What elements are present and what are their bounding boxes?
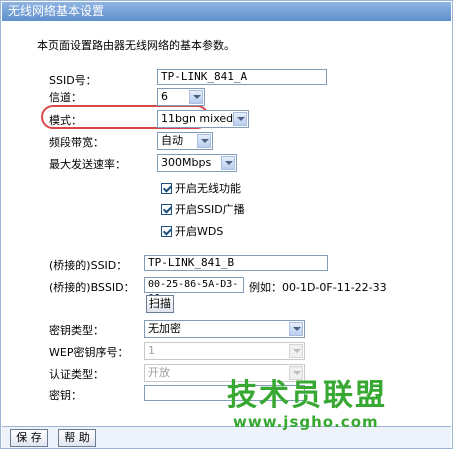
save-button[interactable]: 保 存 bbox=[10, 429, 48, 447]
scan-button[interactable]: 扫描 bbox=[146, 295, 174, 313]
checkbox-checked-icon bbox=[161, 203, 172, 215]
chevron-down-icon bbox=[197, 134, 211, 148]
max-rate-label: 最大发送速率： bbox=[49, 158, 126, 171]
intro-text: 本页面设置路由器无线网络的基本参数。 bbox=[37, 39, 235, 52]
ssid-label: SSID号： bbox=[49, 74, 97, 87]
mode-label: 模式： bbox=[49, 114, 82, 127]
checkbox-checked-icon bbox=[161, 182, 172, 194]
bridged-ssid-input[interactable]: TP-LINK_841_B bbox=[144, 255, 328, 271]
help-button[interactable]: 帮 助 bbox=[58, 429, 96, 447]
chevron-down-icon bbox=[233, 112, 247, 126]
chevron-down-icon bbox=[289, 344, 303, 358]
watermark-url: www.jsgho.com bbox=[233, 413, 379, 431]
auth-type-label: 认证类型： bbox=[49, 368, 104, 381]
mode-value: 11bgn mixed bbox=[161, 112, 234, 125]
max-rate-select[interactable]: 300Mbps bbox=[157, 154, 237, 172]
ssid-input[interactable]: TP-LINK_841_A bbox=[157, 69, 327, 85]
bridged-bssid-label: (桥接的)BSSID： bbox=[49, 281, 135, 294]
enable-wds-checkbox[interactable]: 开启WDS bbox=[161, 223, 223, 239]
bridged-bssid-input[interactable]: 00-25-86-5A-D3-06 bbox=[144, 277, 244, 304]
channel-value: 6 bbox=[161, 90, 168, 103]
wep-index-value: 1 bbox=[148, 344, 155, 357]
max-rate-value: 300Mbps bbox=[161, 156, 212, 169]
enable-wireless-label: 开启无线功能 bbox=[175, 182, 241, 195]
key-type-label: 密钥类型： bbox=[49, 324, 104, 337]
form-content: 本页面设置路由器无线网络的基本参数。 SSID号： TP-LINK_841_A … bbox=[1, 21, 452, 426]
bssid-example-text: 例如：00-1D-0F-11-22-33 bbox=[249, 281, 387, 294]
channel-label: 信道： bbox=[49, 91, 82, 104]
button-bar: 保 存 帮 助 bbox=[2, 426, 451, 448]
checkbox-checked-icon bbox=[161, 225, 172, 237]
bandwidth-label: 频段带宽： bbox=[49, 136, 104, 149]
enable-ssid-broadcast-checkbox[interactable]: 开启SSID广播 bbox=[161, 201, 245, 217]
enable-wireless-checkbox[interactable]: 开启无线功能 bbox=[161, 180, 241, 196]
wep-index-label: WEP密钥序号： bbox=[49, 346, 129, 359]
key-type-value: 无加密 bbox=[148, 322, 181, 335]
enable-ssid-broadcast-label: 开启SSID广播 bbox=[175, 203, 245, 216]
key-type-select[interactable]: 无加密 bbox=[144, 320, 305, 338]
bridged-ssid-label: (桥接的)SSID： bbox=[49, 259, 128, 272]
bandwidth-select[interactable]: 自动 bbox=[157, 132, 213, 150]
settings-panel: 无线网络基本设置 本页面设置路由器无线网络的基本参数。 SSID号： TP-LI… bbox=[0, 0, 453, 449]
mode-select[interactable]: 11bgn mixed bbox=[157, 110, 249, 128]
wep-index-select[interactable]: 1 bbox=[144, 342, 305, 360]
chevron-down-icon bbox=[189, 90, 203, 104]
enable-wds-label: 开启WDS bbox=[175, 225, 224, 238]
chevron-down-icon bbox=[221, 156, 235, 170]
chevron-down-icon bbox=[289, 322, 303, 336]
watermark-logo: 技术员联盟 bbox=[227, 378, 387, 413]
auth-type-value: 开放 bbox=[148, 366, 170, 379]
channel-select[interactable]: 6 bbox=[157, 88, 205, 106]
window-title: 无线网络基本设置 bbox=[2, 2, 451, 21]
key-label: 密钥： bbox=[49, 389, 82, 402]
bandwidth-value: 自动 bbox=[161, 134, 183, 147]
